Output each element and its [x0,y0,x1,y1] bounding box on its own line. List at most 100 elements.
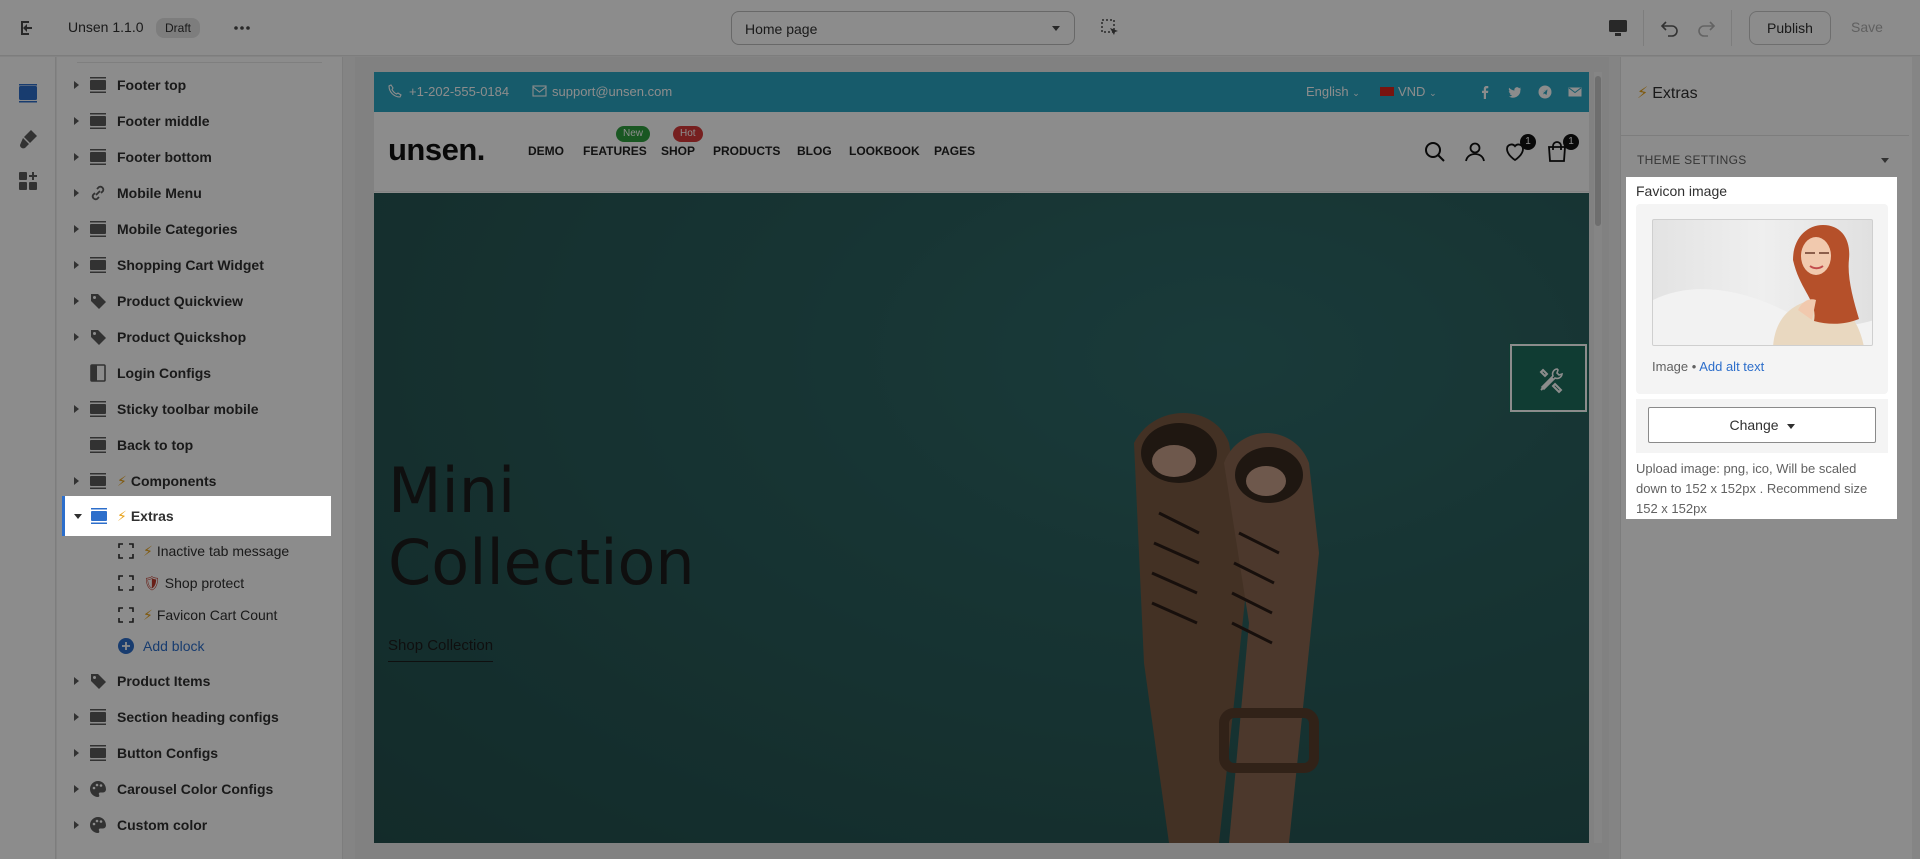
apps-icon[interactable] [17,170,39,192]
change-image-button[interactable]: Change [1648,407,1876,443]
save-button[interactable]: Save [1851,19,1883,35]
chevron-right-icon[interactable] [74,225,79,233]
block-item-shop-protect[interactable]: 🛡 Shop protect [57,567,332,599]
nav-products[interactable]: PRODUCTS [713,144,780,158]
desktop-view-icon[interactable] [1607,18,1629,38]
hot-badge: Hot [673,126,703,142]
top-bar: Unsen 1.1.0 Draft Home page Publish Save [0,0,1920,56]
divider [77,62,322,63]
add-alt-text-link[interactable]: Add alt text [1699,359,1764,374]
account-icon[interactable] [1463,140,1487,164]
hero-title: Mini Collection [388,455,695,599]
sidebar-item-label: ⚡ Components [117,473,216,490]
sidebar-item-login-configs[interactable]: Login Configs [57,355,332,391]
sidebar-item-product-quickshop[interactable]: Product Quickshop [57,319,332,355]
customize-tools-button[interactable] [1509,343,1588,413]
storefront-preview[interactable]: +1-202-555-0184 support@unsen.com Englis… [374,72,1589,843]
chevron-right-icon[interactable] [74,189,79,197]
chevron-right-icon[interactable] [74,477,79,485]
nav-demo[interactable]: DEMO [528,144,564,158]
section-icon [89,436,107,454]
chevron-right-icon[interactable] [74,821,79,829]
block-item-text: Inactive tab message [156,543,290,559]
sidebar-item-text: Extras [130,508,174,524]
currency-selector[interactable]: VND ⌄ [1380,84,1437,99]
chevron-right-icon[interactable] [74,81,79,89]
mail-icon[interactable] [1568,85,1582,99]
editor-rail [0,57,56,859]
phone-number[interactable]: +1-202-555-0184 [409,84,509,99]
search-icon[interactable] [1423,140,1447,164]
preview-scrollbar[interactable] [1594,72,1602,843]
page-selector[interactable]: Home page [731,11,1075,45]
nav-features[interactable]: FEATURES [583,144,647,158]
chevron-right-icon[interactable] [74,297,79,305]
block-item-label: ⚡ Favicon Cart Count [143,607,277,624]
facebook-icon[interactable] [1478,85,1492,99]
hero-title-line: Collection [388,526,695,599]
theme-settings-header[interactable]: THEME SETTINGS [1637,153,1747,167]
sidebar-item-carousel-color-configs[interactable]: Carousel Color Configs [57,771,332,807]
favicon-setting: Favicon image Image • Add alt text Chang… [1626,177,1897,519]
nav-pages[interactable]: PAGES [934,144,975,158]
panel-scrollbar[interactable] [1912,57,1920,859]
section-icon [89,744,107,762]
chevron-right-icon[interactable] [74,785,79,793]
sidebar-item-extras[interactable]: ⚡Extras [62,496,331,536]
sidebar-item-custom-color[interactable]: Custom color [57,807,332,843]
section-icon [90,507,108,525]
undo-icon[interactable] [1659,17,1681,39]
chevron-down-icon[interactable] [74,514,82,519]
support-email[interactable]: support@unsen.com [552,84,672,99]
nav-shop[interactable]: SHOP [661,144,695,158]
chevron-down-icon[interactable] [1881,158,1889,163]
bolt-icon: ⚡ [117,508,127,524]
block-item-label: 🛡 Shop protect [143,575,244,592]
nav-blog[interactable]: BLOG [797,144,832,158]
scrollbar-thumb[interactable] [1595,76,1601,226]
chevron-right-icon[interactable] [74,749,79,757]
chevron-right-icon[interactable] [74,261,79,269]
sidebar-item-footer-middle[interactable]: Footer middle [57,103,332,139]
sidebar-item-product-items[interactable]: Product Items [57,663,332,699]
bolt-icon: ⚡ [143,543,153,559]
sidebar-item-back-to-top[interactable]: Back to top [57,427,332,463]
chevron-right-icon[interactable] [74,117,79,125]
sections-icon[interactable] [17,82,39,104]
telegram-icon[interactable] [1538,85,1552,99]
theme-settings-icon[interactable] [17,128,39,150]
sidebar-item-text: Product Items [117,673,211,689]
block-item-label: ⚡ Inactive tab message [143,543,289,560]
sidebar-item-shopping-cart-widget[interactable]: Shopping Cart Widget [57,247,332,283]
sidebar-item-text: Section heading configs [117,709,279,725]
sidebar-item-sticky-toolbar-mobile[interactable]: Sticky toolbar mobile [57,391,332,427]
section-icon [89,400,107,418]
chevron-right-icon[interactable] [74,405,79,413]
sidebar-item-button-configs[interactable]: Button Configs [57,735,332,771]
block-item-inactive-tab-message[interactable]: ⚡ Inactive tab message [57,535,332,567]
chevron-right-icon[interactable] [74,333,79,341]
language-selector[interactable]: English ⌄ [1306,84,1360,99]
inspector-icon[interactable] [1100,18,1120,38]
sidebar-item-footer-bottom[interactable]: Footer bottom [57,139,332,175]
chevron-right-icon[interactable] [74,677,79,685]
sidebar-item-section-heading-configs[interactable]: Section heading configs [57,699,332,735]
publish-button[interactable]: Publish [1749,11,1831,45]
sidebar-item-mobile-menu[interactable]: Mobile Menu [57,175,332,211]
block-item-favicon-cart-count[interactable]: ⚡ Favicon Cart Count [57,599,332,631]
sidebar-item-footer-top[interactable]: Footer top [57,67,332,103]
chevron-right-icon[interactable] [74,153,79,161]
exit-icon[interactable] [18,18,38,38]
sidebar-item-text: Button Configs [117,745,219,761]
store-logo[interactable]: unsen. [388,132,485,168]
favicon-thumbnail[interactable] [1652,219,1873,346]
sidebar-item-components[interactable]: ⚡ Components [57,463,332,499]
sidebar-item-mobile-categories[interactable]: Mobile Categories [57,211,332,247]
shop-collection-link[interactable]: Shop Collection [388,637,494,662]
nav-lookbook[interactable]: LOOKBOOK [849,144,920,158]
twitter-icon[interactable] [1508,85,1522,99]
more-actions-icon[interactable] [232,18,252,38]
chevron-right-icon[interactable] [74,713,79,721]
redo-icon[interactable] [1695,17,1717,39]
sidebar-item-product-quickview[interactable]: Product Quickview [57,283,332,319]
